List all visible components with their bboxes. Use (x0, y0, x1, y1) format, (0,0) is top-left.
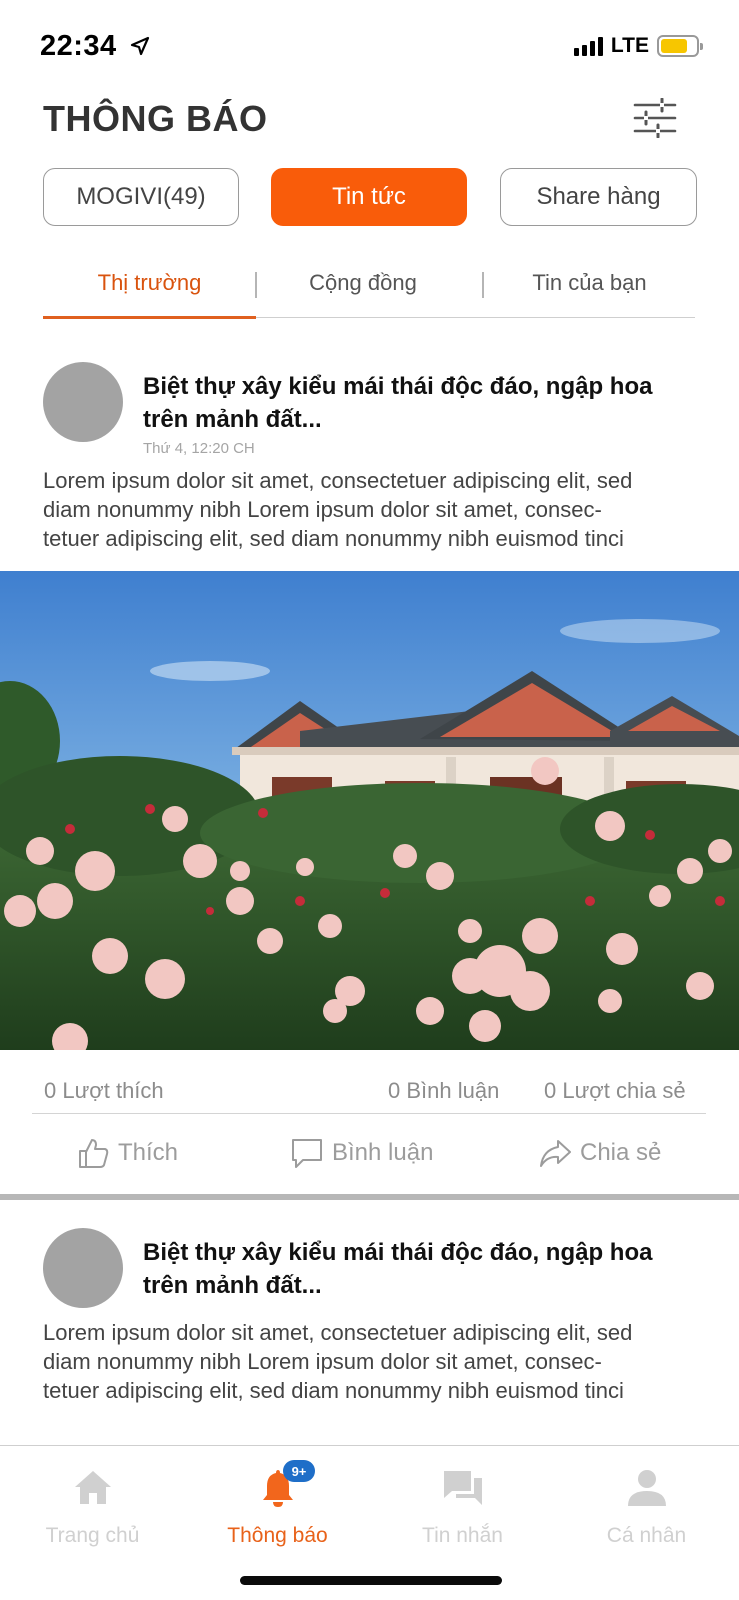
post-title[interactable]: Biệt thự xây kiểu mái thái độc đáo, ngập… (143, 370, 713, 436)
post-image[interactable] (0, 571, 739, 1050)
nav-profile-label: Cá nhân (606, 1524, 687, 1547)
comments-count[interactable]: 0 Bình luận (388, 1078, 499, 1104)
news-tabs: Thị trường Cộng đồng Tin của bạn (43, 262, 695, 319)
post-stats: 0 Lượt thích 0 Bình luận 0 Lượt chia sẻ (32, 1078, 706, 1114)
home-icon (74, 1471, 111, 1504)
category-segments: MOGIVI(49) Tin tức Share hàng (43, 168, 697, 226)
post-body: Lorem ipsum dolor sit amet, consectetuer… (43, 1318, 713, 1405)
status-time: 22:34 (40, 30, 117, 62)
post-title-line: trên mảnh đất... (143, 1272, 322, 1299)
post-title[interactable]: Biệt thự xây kiểu mái thái độc đáo, ngập… (143, 1236, 713, 1302)
person-icon (627, 1470, 666, 1506)
battery-icon (657, 35, 703, 57)
status-bar: 22:34 LTE (0, 0, 739, 88)
nav-notifications[interactable]: 9+ Thông báo (185, 1446, 370, 1556)
likes-count[interactable]: 0 Lượt thích (44, 1078, 164, 1104)
network-type: LTE (610, 34, 649, 57)
comment-button[interactable]: Bình luận (290, 1130, 433, 1176)
segment-mogivi-button[interactable]: MOGIVI(49) (43, 168, 239, 226)
segment-news-button[interactable]: Tin tức (271, 168, 467, 226)
post-body-line: Lorem ipsum dolor sit amet, consectetuer… (43, 468, 633, 493)
post-divider (0, 1194, 739, 1200)
notification-badge: 9+ (283, 1460, 315, 1482)
post-title-line: trên mảnh đất... (143, 406, 322, 433)
signal-bars-icon (573, 36, 603, 56)
nav-home-label: Trang chủ (45, 1524, 140, 1547)
tab-divider (255, 272, 257, 298)
post-actions: Thích Bình luận Chia sẻ (0, 1130, 739, 1176)
post-title-line: Biệt thự xây kiểu mái thái độc đáo, ngập… (143, 373, 653, 400)
shares-count[interactable]: 0 Lượt chia sẻ (544, 1078, 686, 1104)
tab-active-indicator (43, 316, 256, 319)
comment-label: Bình luận (332, 1139, 434, 1166)
post-title-line: Biệt thự xây kiểu mái thái độc đáo, ngập… (143, 1239, 653, 1266)
tab-market[interactable]: Thị trường (43, 262, 256, 318)
share-button[interactable]: Chia sẻ (538, 1130, 661, 1176)
post-body-line: Lorem ipsum dolor sit amet, consectetuer… (43, 1320, 633, 1345)
sliders-icon[interactable] (632, 98, 678, 138)
post-body-line: tetuer adipiscing elit, sed diam nonummy… (43, 526, 624, 551)
share-arrow-icon (540, 1140, 571, 1167)
nav-messages-label: Tin nhắn (422, 1524, 503, 1547)
nav-notifications-label: Thông báo (227, 1524, 328, 1547)
nav-home[interactable]: Trang chủ (0, 1446, 185, 1556)
post-body: Lorem ipsum dolor sit amet, consectetuer… (43, 466, 713, 553)
post-avatar[interactable] (43, 362, 123, 442)
nav-profile[interactable]: Cá nhân (554, 1446, 739, 1556)
segment-share-button[interactable]: Share hàng (500, 168, 697, 226)
tab-community[interactable]: Cộng đồng (258, 262, 468, 318)
post-avatar[interactable] (43, 1228, 123, 1308)
location-arrow-icon (130, 36, 150, 56)
thumbs-up-icon (79, 1139, 109, 1168)
home-indicator (240, 1576, 502, 1585)
post-body-line: tetuer adipiscing elit, sed diam nonummy… (43, 1378, 624, 1403)
like-button[interactable]: Thích (76, 1130, 178, 1176)
like-label: Thích (118, 1139, 179, 1166)
page-title: THÔNG BÁO (43, 98, 268, 139)
tab-your-news[interactable]: Tin của bạn (484, 262, 695, 318)
comment-icon (292, 1139, 322, 1168)
status-indicators: LTE (573, 34, 703, 58)
nav-messages[interactable]: Tin nhắn (370, 1446, 555, 1556)
post-body-line: diam nonummy nibh Lorem ipsum dolor sit … (43, 497, 602, 522)
share-label: Chia sẻ (580, 1139, 662, 1166)
post-body-line: diam nonummy nibh Lorem ipsum dolor sit … (43, 1349, 602, 1374)
chat-icon (443, 1471, 482, 1505)
post-timestamp: Thứ 4, 12:20 CH (143, 440, 255, 457)
